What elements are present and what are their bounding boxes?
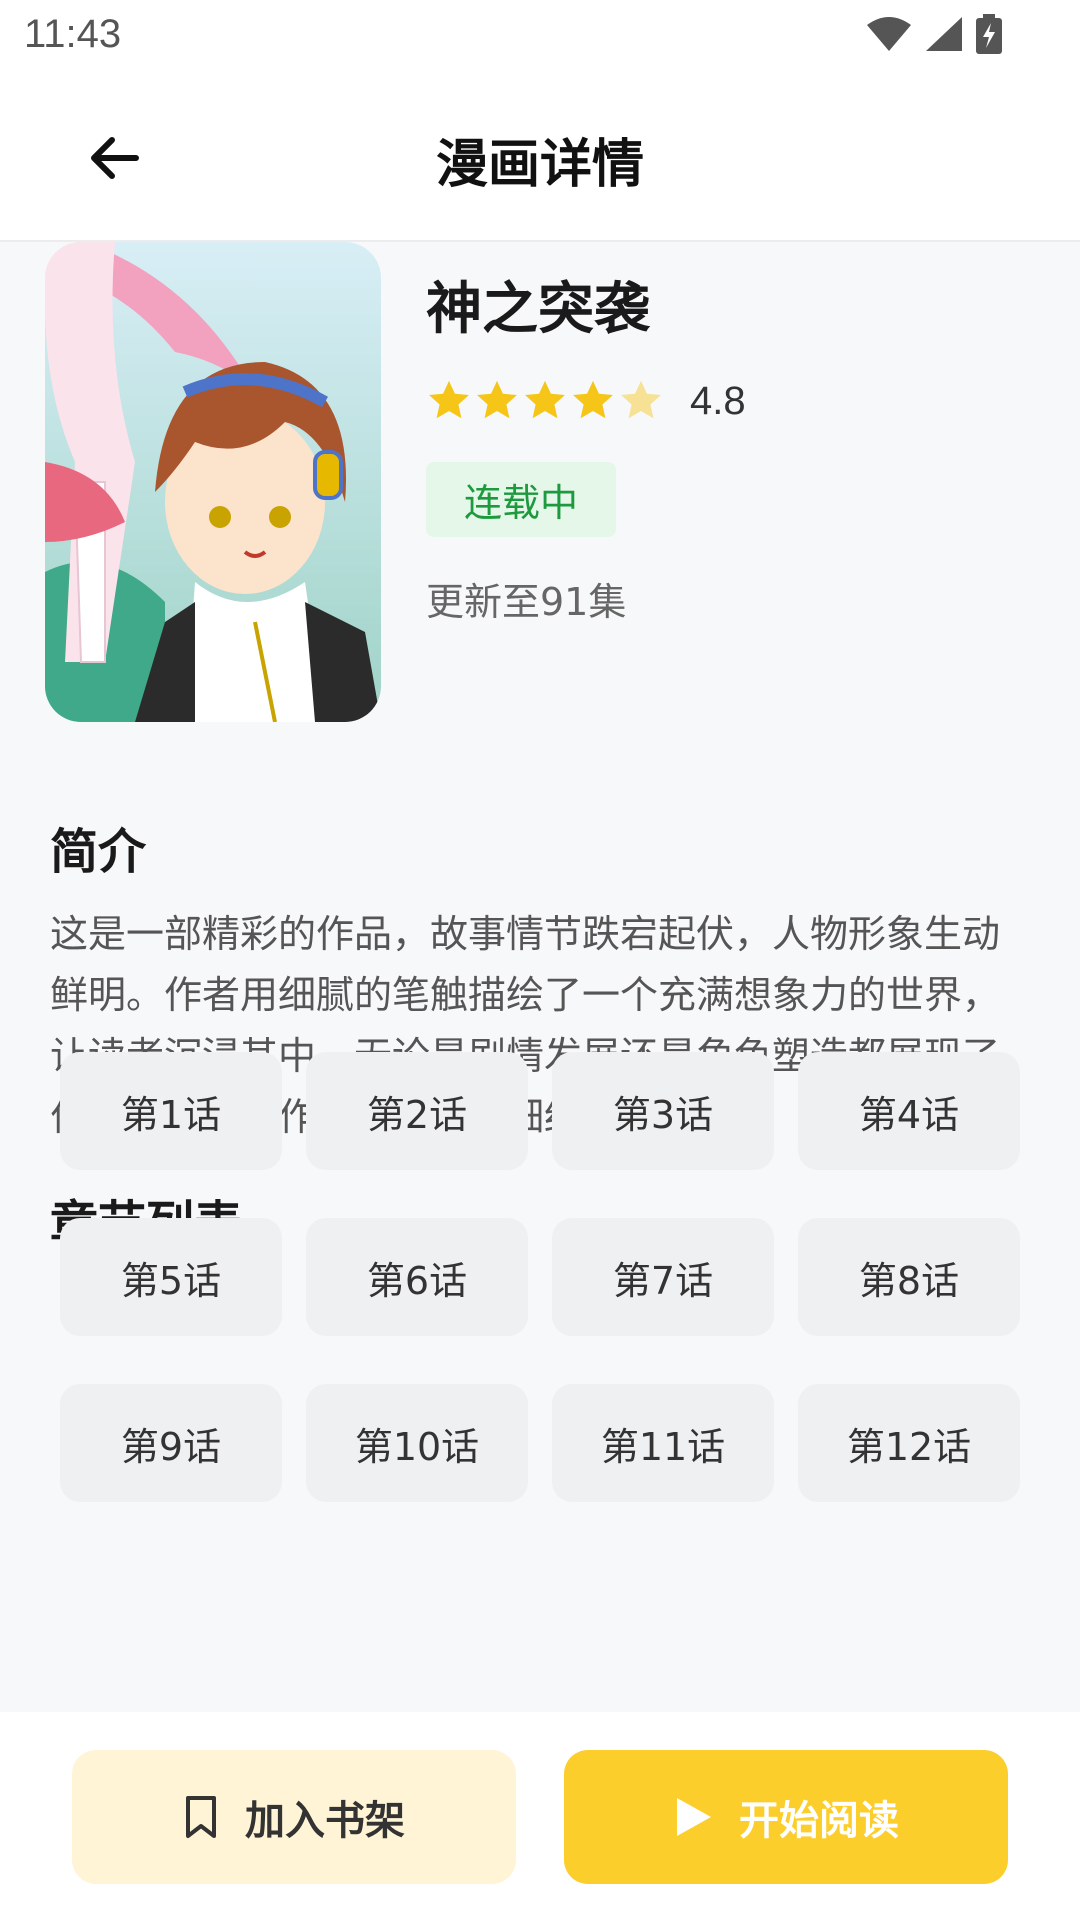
chapter-item[interactable]: 第11话: [552, 1384, 774, 1502]
comic-info: 神之突袭 4.8 连载中 更新至91集: [426, 277, 1026, 626]
chapter-item[interactable]: 第7话: [552, 1218, 774, 1336]
star-icon: [477, 381, 517, 419]
rating-value: 4.8: [690, 378, 746, 423]
comic-title: 神之突袭: [426, 277, 650, 342]
bottom-action-bar: 加入书架 开始阅读: [0, 1712, 1080, 1920]
chapter-item[interactable]: 第9话: [60, 1384, 282, 1502]
comic-detail-content[interactable]: 神之突袭 4.8 连载中 更新至91集 简介 这是一部精彩的作品，故事情节跌宕起…: [0, 242, 1080, 1712]
status-time: 11:43: [24, 12, 122, 56]
app-bar: 漫画详情: [0, 72, 1080, 242]
page-title: 漫画详情: [435, 135, 644, 195]
add-to-shelf-label: 加入书架: [245, 1798, 405, 1844]
chapter-item[interactable]: 第12话: [798, 1384, 1020, 1502]
chapter-item[interactable]: 第8话: [798, 1218, 1020, 1336]
battery-charging-icon: [976, 14, 1002, 54]
chapter-item[interactable]: 第1话: [60, 1052, 282, 1170]
rating-stars: [426, 378, 664, 424]
chapter-grid: 第1话 第2话 第3话 第4话第5话 第6话 第7话 第8话第9话 第10话 第11话 第12话: [60, 1052, 1020, 1502]
start-reading-button[interactable]: 开始阅读: [564, 1750, 1008, 1884]
add-to-shelf-button[interactable]: 加入书架: [72, 1750, 516, 1884]
rating-row: 4.8: [426, 376, 1026, 426]
star-icon: [525, 381, 565, 419]
chapter-item[interactable]: 第10话: [306, 1384, 528, 1502]
star-icon: [573, 381, 613, 419]
intro-heading: 简介: [50, 824, 147, 880]
bookmark-icon: [186, 1796, 216, 1838]
chapter-item[interactable]: 第4话: [798, 1052, 1020, 1170]
status-icons: [866, 14, 1002, 54]
chapter-item[interactable]: 第6话: [306, 1218, 528, 1336]
chapter-item[interactable]: 第3话: [552, 1052, 774, 1170]
signal-icon: [926, 17, 962, 51]
start-reading-label: 开始阅读: [739, 1798, 899, 1844]
status-bar: 11:43: [0, 0, 1080, 72]
chapter-item[interactable]: 第5话: [60, 1218, 282, 1336]
star-icon: [621, 381, 661, 419]
update-text: 更新至91集: [426, 580, 627, 625]
comic-cover-image: [45, 242, 381, 722]
chapter-item[interactable]: 第2话: [306, 1052, 528, 1170]
status-badge: 连载中: [426, 462, 617, 538]
play-icon: [677, 1798, 711, 1836]
wifi-icon: [867, 17, 911, 51]
star-icon: [429, 381, 469, 419]
